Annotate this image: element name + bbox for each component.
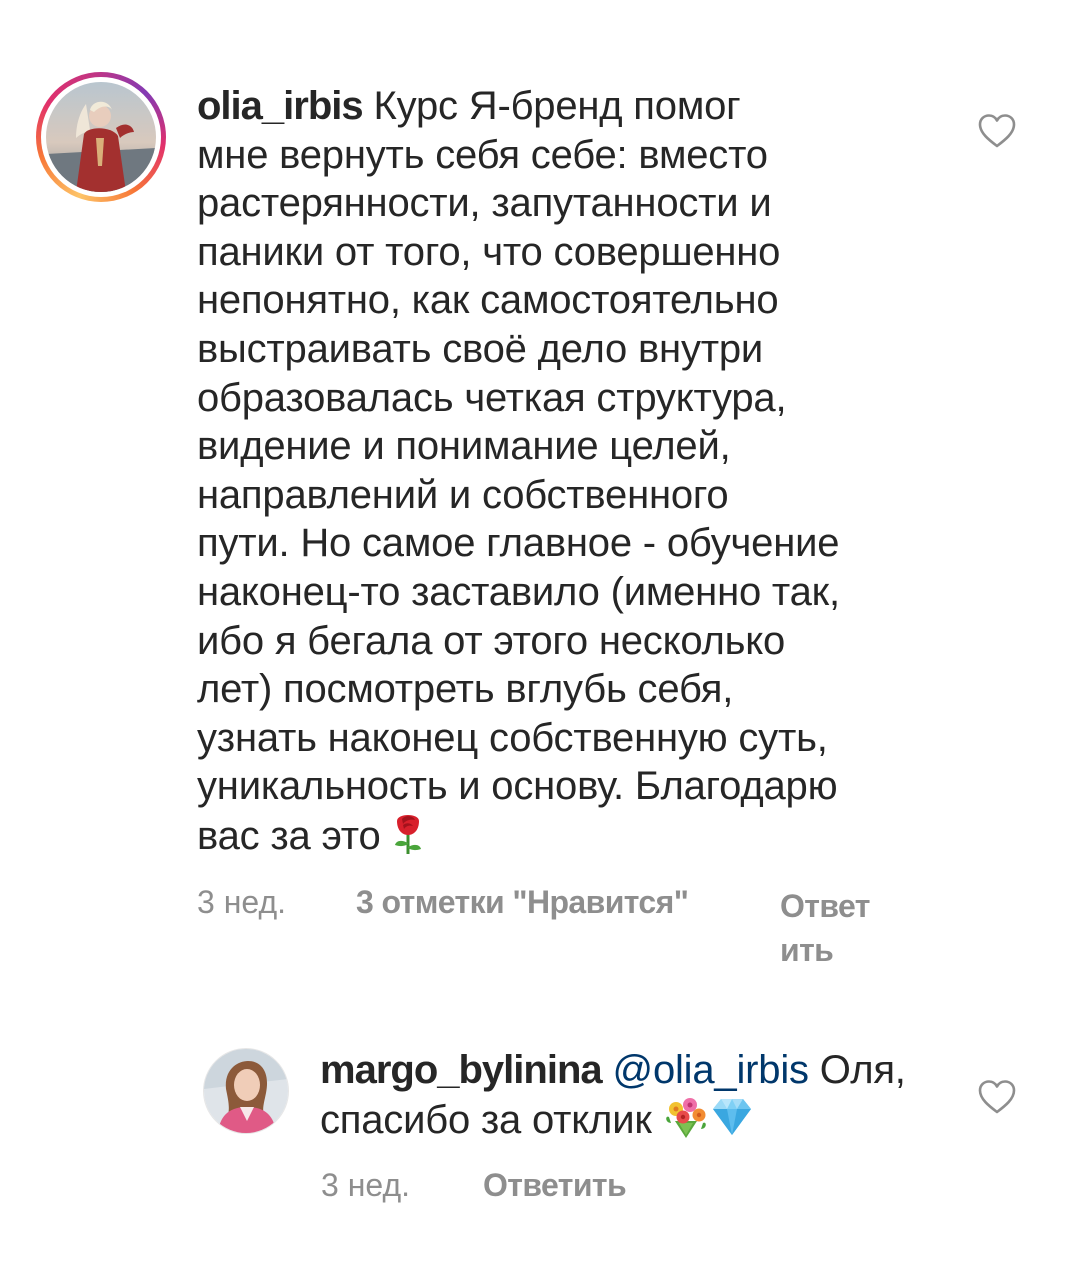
comment-text-start: Оля, (819, 1048, 906, 1092)
comment-olia-irbis: olia_irbis Курс Я-бренд помог мне вернут… (0, 0, 1080, 990)
comment-line: направлений и собственного (197, 472, 729, 517)
comment-line: растерянности, запутанности и (197, 181, 772, 226)
likes-count-link[interactable]: 3 отметки "Нравится" (356, 884, 689, 921)
comment-line: образовалась четкая структура, (197, 375, 787, 420)
reply-button[interactable]: Ответ ить (780, 884, 870, 972)
comment-line: выстраивать своё дело внутри (197, 326, 764, 371)
comment-line: видение и понимание целей, (197, 424, 731, 469)
comment-line: лет) посмотреть вглубь себя, (197, 667, 734, 712)
comment-line: наконец-то заставило (именно так, (197, 569, 840, 614)
comment-line: мне вернуть себя себе: вместо (197, 132, 768, 177)
reply-button[interactable]: Ответить (483, 1167, 627, 1204)
comment-line: уникальность и основу. Благодарю (197, 764, 838, 809)
heart-outline-icon[interactable] (977, 113, 1017, 149)
comment-line-1: margo_bylinina @olia_irbis Оля, (320, 1046, 960, 1095)
avatar (46, 82, 156, 192)
avatar[interactable] (203, 1048, 289, 1134)
comment-line: паники от того, что совершенно (197, 229, 781, 274)
comment-line-2: спасибо за отклик (320, 1095, 960, 1151)
comment-line: узнать наконец собственную суть, (197, 715, 828, 760)
gem-emoji (709, 1095, 755, 1151)
comment-text-start: Курс Я-бренд помог (373, 84, 741, 128)
avatar-story-ring[interactable] (36, 72, 166, 202)
rose-emoji (391, 811, 425, 867)
heart-outline-icon[interactable] (977, 1079, 1017, 1115)
comment-line: ибо я бегала от этого несколько (197, 618, 786, 663)
reply-label-part-2: ить (780, 932, 834, 968)
comment-text-end: спасибо за отклик (320, 1097, 652, 1142)
reply-label-part-1: Ответ (780, 888, 870, 924)
comment-line-last: вас за это (197, 811, 917, 867)
comment-line-end: вас за это (197, 813, 381, 858)
username-link[interactable]: margo_bylinina (320, 1048, 603, 1092)
username-link[interactable]: olia_irbis (197, 84, 364, 128)
mention-link[interactable]: @olia_irbis (613, 1048, 809, 1092)
comment-body: olia_irbis Курс Я-бренд помог мне вернут… (197, 82, 917, 867)
comment-time: 3 нед. (197, 884, 287, 920)
comment-body: margo_bylinina @olia_irbis Оля, спасибо … (320, 1046, 960, 1150)
comment-line: непонятно, как самостоятельно (197, 278, 779, 323)
bouquet-emoji (663, 1095, 709, 1151)
comment-line: пути. Но самое главное - обучение (197, 521, 840, 566)
comment-line-1: olia_irbis Курс Я-бренд помог (197, 82, 917, 131)
comment-time: 3 нед. (321, 1167, 411, 1203)
comment-margo-bylinina: margo_bylinina @olia_irbis Оля, спасибо … (0, 1030, 1080, 1230)
